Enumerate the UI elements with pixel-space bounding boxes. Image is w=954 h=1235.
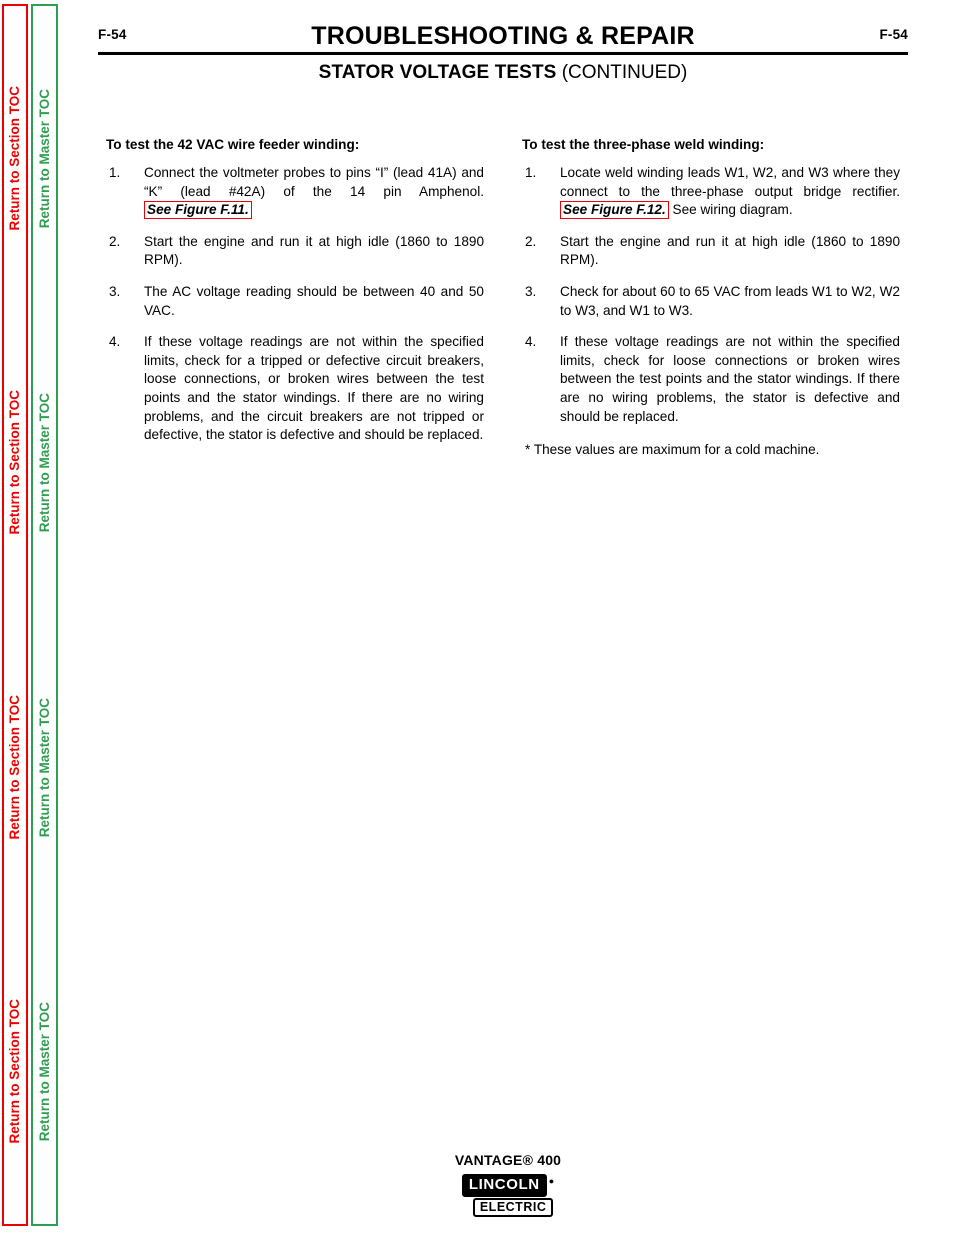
product-name: VANTAGE® 400: [454, 1152, 562, 1168]
left-step-list: 1. Connect the voltmeter probes to pins “…: [106, 164, 484, 445]
return-to-section-toc-label[interactable]: Return to Section TOC: [7, 695, 22, 840]
step-number: 4.: [525, 334, 537, 350]
step-text-before: Check for about 60 to 65 VAC from leads …: [560, 283, 900, 318]
step-text: Check for about 60 to 65 VAC from leads …: [560, 283, 900, 320]
registered-trademark-icon: ●: [548, 1176, 555, 1186]
step-text: Start the engine and run it at high idle…: [560, 233, 900, 270]
step-item: 4. If these voltage readings are not with…: [522, 333, 900, 426]
step-text: Connect the voltmeter probes to pins “I”…: [144, 164, 484, 220]
step-item: 3. The AC voltage reading should be betwe…: [106, 283, 484, 320]
step-text-before: If these voltage readings are not within…: [560, 334, 900, 424]
step-text-before: Start the engine and run it at high idle…: [560, 233, 900, 268]
step-text-before: The AC voltage reading should be between…: [144, 283, 484, 318]
step-text-before: Connect the voltmeter probes to pins “I”…: [144, 165, 484, 199]
step-item: 1. Connect the voltmeter probes to pins “…: [106, 164, 484, 220]
step-item: 2. Start the engine and run it at high id…: [522, 233, 900, 270]
step-number: 2.: [525, 233, 537, 249]
step-number: 4.: [109, 334, 121, 350]
page-footer: VANTAGE® 400 LINCOLN ● ELECTRIC: [62, 1152, 954, 1217]
step-number: 2.: [109, 233, 121, 249]
lincoln-electric-logo: LINCOLN ● ELECTRIC: [461, 1174, 555, 1217]
step-item: 3. Check for about 60 to 65 VAC from lead…: [522, 283, 900, 320]
page-body: F-54 TROUBLESHOOTING & REPAIR F-54 STATO…: [62, 0, 954, 1235]
return-to-master-toc-label[interactable]: Return to Master TOC: [37, 1002, 52, 1141]
return-to-master-toc-label[interactable]: Return to Master TOC: [37, 393, 52, 532]
page-header: F-54 TROUBLESHOOTING & REPAIR F-54 STATO…: [98, 22, 908, 85]
step-text-before: If these voltage readings are not within…: [144, 334, 484, 443]
step-number: 1.: [109, 165, 121, 180]
return-to-master-toc-label[interactable]: Return to Master TOC: [37, 698, 52, 837]
logo-lincoln-wordmark: LINCOLN: [461, 1174, 547, 1197]
step-item: 1. Locate weld winding leads W1, W2, and …: [522, 164, 900, 220]
step-text-after: See wiring diagram.: [668, 202, 793, 218]
page-number-left: F-54: [98, 27, 127, 42]
step-text: Start the engine and run it at high idle…: [144, 233, 484, 270]
step-text: If these voltage readings are not within…: [560, 333, 900, 426]
figure-reference-link[interactable]: See Figure F.11.: [144, 201, 252, 220]
header-title-row: F-54 TROUBLESHOOTING & REPAIR F-54: [98, 22, 908, 50]
footnote: * These values are maximum for a cold ma…: [525, 442, 820, 458]
page-title: TROUBLESHOOTING & REPAIR: [311, 22, 695, 50]
figure-reference-link[interactable]: See Figure F.12.: [560, 201, 669, 220]
right-content-column: To test the three-phase weld winding: 1.…: [522, 136, 900, 460]
step-item: 4. If these voltage readings are not with…: [106, 333, 484, 445]
return-to-section-toc-label[interactable]: Return to Section TOC: [7, 390, 22, 535]
page-number-right: F-54: [879, 27, 908, 42]
left-content-column: To test the 42 VAC wire feeder winding: …: [106, 136, 484, 460]
step-text-before: Start the engine and run it at high idle…: [144, 233, 484, 268]
step-text: Locate weld winding leads W1, W2, and W3…: [560, 164, 900, 220]
return-to-master-toc-strip[interactable]: Return to Master TOC Return to Master TOC…: [31, 4, 58, 1226]
header-divider-rule: [98, 52, 908, 55]
right-step-list: 1. Locate weld winding leads W1, W2, and …: [522, 164, 900, 426]
logo-electric-wordmark: ELECTRIC: [472, 1198, 554, 1217]
return-to-section-toc-strip[interactable]: Return to Section TOC Return to Section T…: [2, 4, 28, 1226]
step-text: The AC voltage reading should be between…: [144, 283, 484, 320]
return-to-section-toc-label[interactable]: Return to Section TOC: [7, 86, 22, 231]
return-to-master-toc-label[interactable]: Return to Master TOC: [37, 89, 52, 228]
step-number: 3.: [525, 283, 537, 299]
page-subtitle-strong: STATOR VOLTAGE TESTS: [318, 62, 557, 83]
page-subtitle: STATOR VOLTAGE TESTS (CONTINUED): [98, 61, 908, 85]
step-text: If these voltage readings are not within…: [144, 333, 484, 445]
page-subtitle-plain: (CONTINUED): [556, 62, 688, 83]
return-to-section-toc-label[interactable]: Return to Section TOC: [7, 999, 22, 1144]
step-item: 2. Start the engine and run it at high id…: [106, 233, 484, 270]
step-text-before: Locate weld winding leads W1, W2, and W3…: [560, 165, 900, 199]
left-column-heading: To test the 42 VAC wire feeder winding:: [106, 137, 360, 152]
step-number: 3.: [109, 283, 121, 299]
content-columns: To test the 42 VAC wire feeder winding: …: [106, 136, 900, 460]
step-number: 1.: [525, 165, 537, 180]
right-column-heading: To test the three-phase weld winding:: [522, 137, 765, 152]
logo-top-row: LINCOLN ●: [461, 1174, 555, 1197]
toc-sidebar: Return to Section TOC Return to Section T…: [0, 0, 62, 1235]
